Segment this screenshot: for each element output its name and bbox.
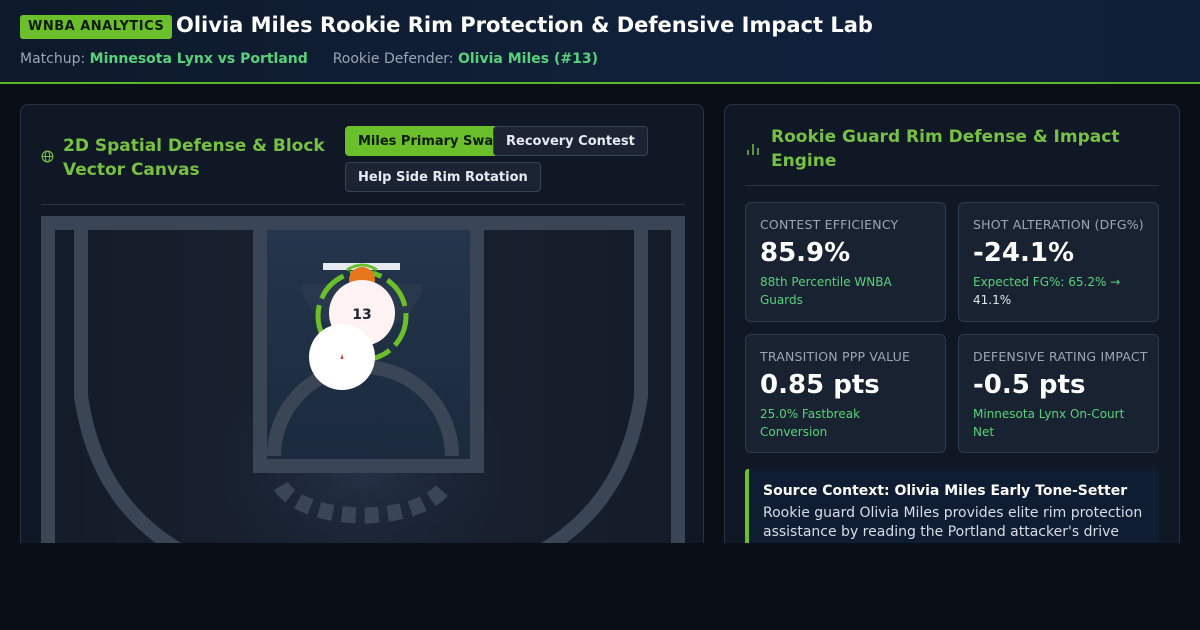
stat-card-defensive-rating: DEFENSIVE RATING IMPACT -0.5 pts Minneso… (958, 334, 1159, 453)
stat-value: 0.85 pts (760, 370, 880, 400)
stat-label: DEFENSIVE RATING IMPACT (973, 349, 1148, 364)
globe-icon (41, 150, 54, 163)
page-title: Olivia Miles Rookie Rim Protection & Def… (176, 13, 873, 37)
stat-note: Minnesota Lynx On-Court Net (973, 407, 1125, 439)
right-panel-divider (745, 185, 1159, 186)
defender-label: Rookie Defender: (332, 51, 454, 67)
stat-label: SHOT ALTERATION (DFG%) (973, 217, 1144, 232)
defender-number: 13 (352, 307, 371, 323)
defender-value: Olivia Miles (#13) (457, 51, 598, 67)
stat-label: TRANSITION PPP VALUE (760, 349, 911, 364)
impact-engine-title: Rookie Guard Rim Defense & Impact Engine (771, 127, 1120, 171)
stat-note: Expected FG%: 65.2% → 41.1% (973, 273, 1144, 309)
stat-note-expected: Expected FG%: 65.2% → (973, 275, 1121, 289)
stat-card-contest-efficiency: CONTEST EFFICIENCY 85.9% 88th Percentile… (745, 202, 946, 322)
analytics-badge: WNBA ANALYTICS (20, 15, 173, 39)
matchup-value: Minnesota Lynx vs Portland (89, 51, 308, 67)
court-svg[interactable]: 13 (41, 216, 685, 564)
stat-label: CONTEST EFFICIENCY (760, 217, 899, 232)
matchup-meta: Matchup: Minnesota Lynx vs Portland Rook… (20, 51, 598, 67)
stat-value: 85.9% (760, 238, 851, 268)
stat-note: 25.0% Fastbreak Conversion (760, 407, 861, 439)
bar-chart-icon (747, 144, 759, 155)
miles-primary-swat-button[interactable]: Miles Primary Swat (345, 126, 513, 156)
stat-value: -0.5 pts (973, 370, 1086, 400)
spatial-canvas-title: 2D Spatial Defense & Block Vector Canvas (63, 136, 325, 180)
stat-card-transition-ppp: TRANSITION PPP VALUE 0.85 pts 25.0% Fast… (745, 334, 946, 453)
source-body: Rookie guard Olivia Miles provides elite… (763, 505, 1143, 540)
recovery-contest-button[interactable]: Recovery Contest (493, 126, 648, 156)
spatial-defense-panel: 2D Spatial Defense & Block Vector Canvas… (20, 104, 704, 564)
matchup-label: Matchup: (20, 51, 86, 67)
stat-value: -24.1% (973, 238, 1074, 268)
left-panel-divider (41, 204, 685, 205)
stat-note-actual: 41.1% (973, 293, 1012, 307)
source-title: Source Context: Olivia Miles Early Tone-… (763, 483, 1128, 499)
help-side-rim-rotation-button[interactable]: Help Side Rim Rotation (345, 162, 541, 192)
court-canvas[interactable]: 13 (41, 216, 685, 564)
impact-engine-panel: Rookie Guard Rim Defense & Impact Engine… (724, 104, 1180, 564)
stat-card-shot-alteration: SHOT ALTERATION (DFG%) -24.1% Expected F… (958, 202, 1159, 322)
page-header: WNBA ANALYTICS Olivia Miles Rookie Rim P… (0, 0, 1200, 84)
stat-note: 88th Percentile WNBA Guards (760, 275, 892, 307)
page-bottom-mask (0, 543, 1200, 630)
